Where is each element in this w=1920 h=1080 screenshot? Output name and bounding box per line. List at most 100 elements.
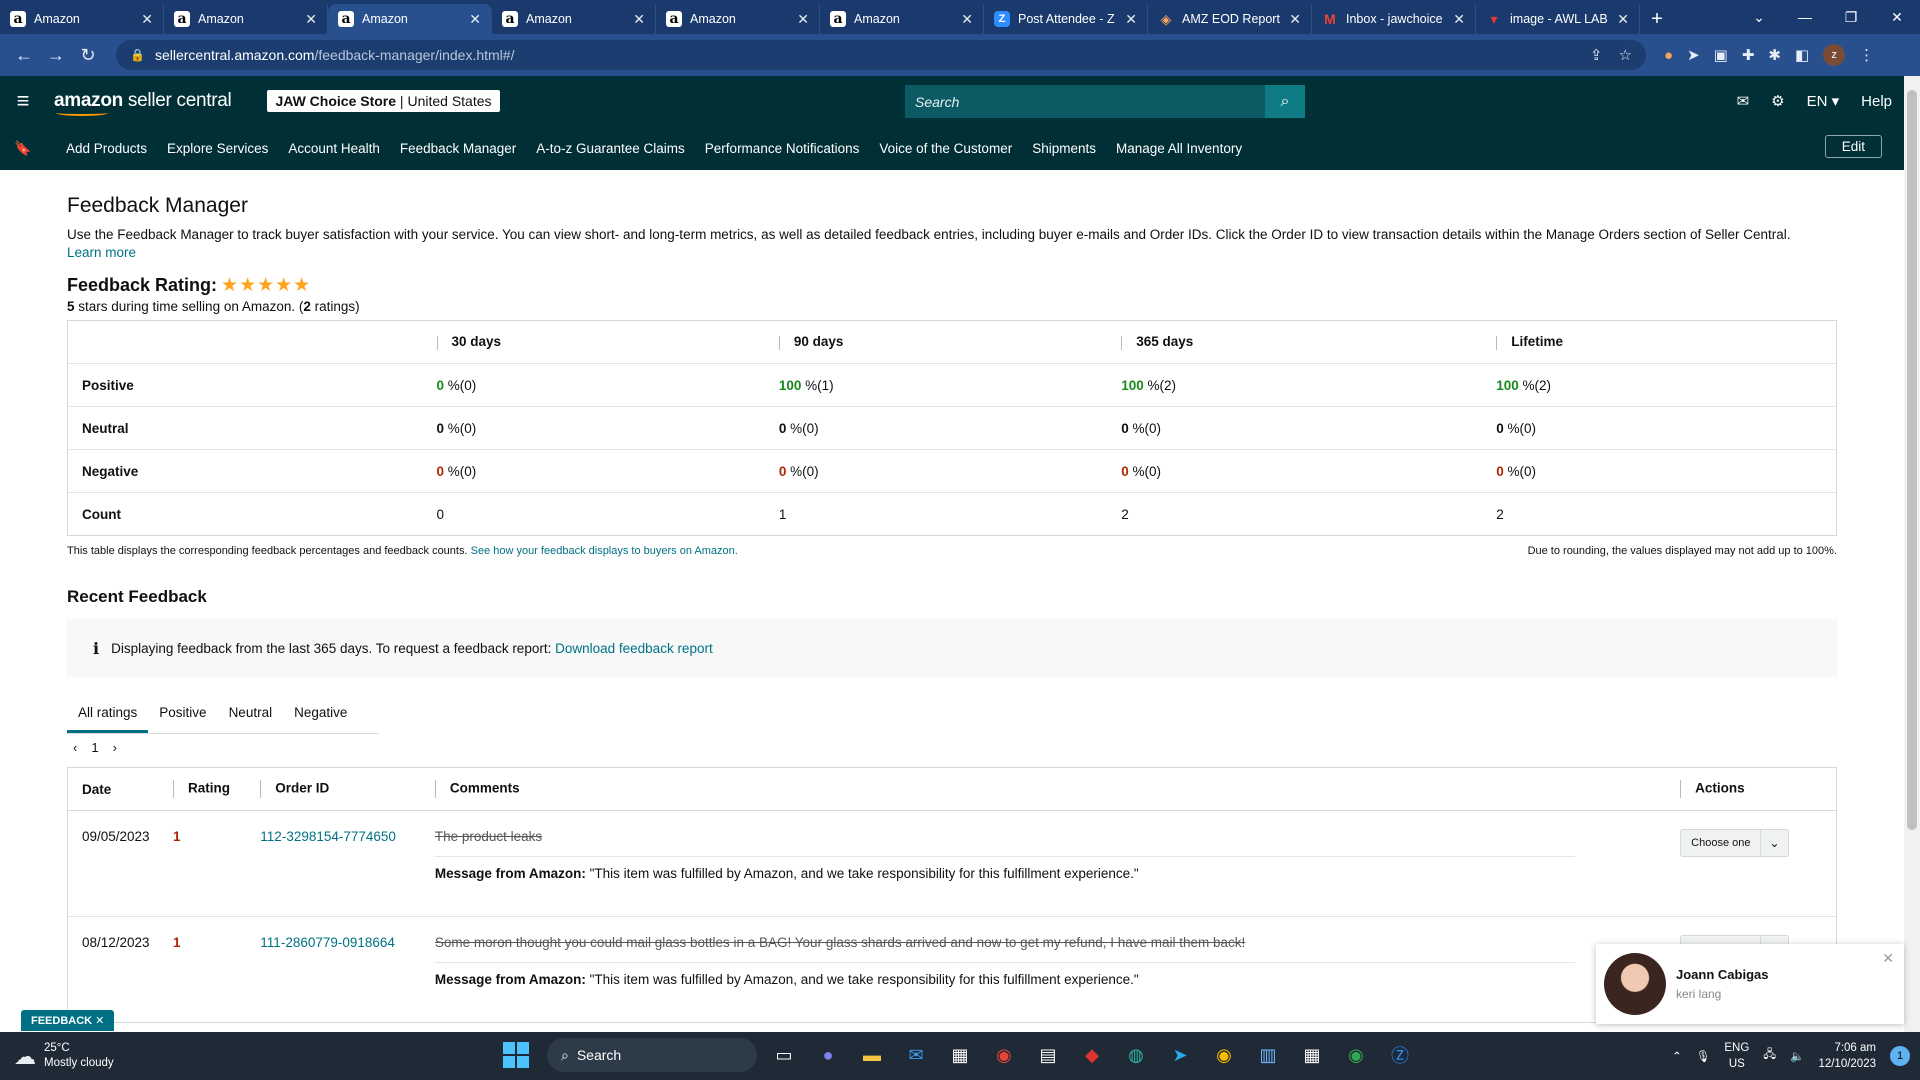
browser-tab[interactable]: ◈ AMZ EOD Report ✕ xyxy=(1148,4,1312,34)
close-window-button[interactable]: ✕ xyxy=(1874,0,1920,34)
help-link[interactable]: Help xyxy=(1861,93,1892,110)
extension-icon[interactable]: ➤ xyxy=(1687,46,1700,64)
weather-widget[interactable]: ☁ 25°C Mostly cloudy xyxy=(14,1041,114,1071)
microphone-icon[interactable]: 🎙 xyxy=(1696,1049,1711,1063)
volume-icon[interactable]: 🔈 xyxy=(1790,1049,1804,1063)
browser-tab[interactable]: a Amazon ✕ xyxy=(164,4,328,34)
vertical-scrollbar[interactable] xyxy=(1904,76,1920,1032)
filter-tab[interactable]: Negative xyxy=(283,697,358,733)
download-report-link[interactable]: Download feedback report xyxy=(555,641,713,656)
search-button[interactable]: ⌕ xyxy=(1265,85,1305,118)
nav-item[interactable]: Explore Services xyxy=(167,141,268,156)
app-icon[interactable]: ▤ xyxy=(1031,1038,1065,1072)
extension-icon[interactable]: ✚ xyxy=(1742,46,1755,64)
close-tab-icon[interactable]: ✕ xyxy=(633,11,645,28)
tab-search-icon[interactable]: ⌄ xyxy=(1736,0,1782,34)
mail-app-icon[interactable]: ✉ xyxy=(899,1038,933,1072)
chrome-icon[interactable]: ◉ xyxy=(987,1038,1021,1072)
nav-item[interactable]: Account Health xyxy=(288,141,380,156)
order-id-link[interactable]: 111-2860779-0918664 xyxy=(260,935,395,950)
notification-badge[interactable]: 1 xyxy=(1890,1046,1910,1066)
browser-tab[interactable]: ▾ image - AWL LAB ✕ xyxy=(1476,4,1640,34)
extension-icon[interactable]: ● xyxy=(1664,47,1673,64)
telegram-icon[interactable]: ➤ xyxy=(1163,1038,1197,1072)
extension-icon[interactable]: ▣ xyxy=(1714,46,1728,64)
zoom-icon[interactable]: Ⓩ xyxy=(1383,1038,1417,1072)
reload-button[interactable]: ↻ xyxy=(74,41,102,69)
menu-dots-icon[interactable]: ⋮ xyxy=(1859,46,1874,64)
nav-item[interactable]: Add Products xyxy=(66,141,147,156)
edit-button[interactable]: Edit xyxy=(1824,135,1882,158)
puzzle-icon[interactable]: ✱ xyxy=(1768,46,1781,64)
browser-tab[interactable]: M Inbox - jawchoice ✕ xyxy=(1312,4,1476,34)
back-button[interactable]: ← xyxy=(10,41,38,69)
side-panel-icon[interactable]: ◧ xyxy=(1795,46,1809,64)
minimize-button[interactable]: — xyxy=(1782,0,1828,34)
bookmark-star-icon[interactable]: ☆ xyxy=(1619,46,1632,64)
choose-action-dropdown[interactable]: Choose one ⌄ xyxy=(1680,829,1789,857)
feedback-display-link[interactable]: See how your feedback displays to buyers… xyxy=(471,545,738,557)
store-icon[interactable]: ▦ xyxy=(943,1038,977,1072)
prev-page-icon[interactable]: ‹ xyxy=(73,740,77,755)
taskbar-search[interactable]: ⌕ Search xyxy=(547,1038,757,1072)
browser-tab[interactable]: a Amazon ✕ xyxy=(656,4,820,34)
search-input[interactable] xyxy=(905,85,1265,118)
browser-tab[interactable]: Z Post Attendee - Z ✕ xyxy=(984,4,1148,34)
browser-tab[interactable]: a Amazon ✕ xyxy=(0,4,164,34)
filter-tab[interactable]: Neutral xyxy=(218,697,284,733)
current-page[interactable]: 1 xyxy=(91,740,98,755)
chrome-icon[interactable]: ◉ xyxy=(1207,1038,1241,1072)
filter-tab[interactable]: Positive xyxy=(148,697,217,733)
task-view-icon[interactable]: ▭ xyxy=(767,1038,801,1072)
calculator-icon[interactable]: ▦ xyxy=(1295,1038,1329,1072)
clock[interactable]: 7:06 am 12/10/2023 xyxy=(1818,1040,1876,1072)
restore-button[interactable]: ❐ xyxy=(1828,0,1874,34)
filter-tab[interactable]: All ratings xyxy=(67,697,149,733)
nav-item[interactable]: Voice of the Customer xyxy=(879,141,1012,156)
close-tab-icon[interactable]: ✕ xyxy=(1125,11,1137,28)
close-tab-icon[interactable]: ✕ xyxy=(305,11,317,28)
chrome-icon[interactable]: ◉ xyxy=(1339,1038,1373,1072)
nav-item[interactable]: Manage All Inventory xyxy=(1116,141,1242,156)
chevron-up-icon[interactable]: ⌃ xyxy=(1672,1049,1682,1063)
chat-notification[interactable]: Joann Cabigas keri lang ✕ xyxy=(1596,944,1904,1024)
bookmark-icon[interactable]: 🔖 xyxy=(0,140,46,157)
language-selector[interactable]: EN ▾ xyxy=(1807,92,1840,110)
close-tab-icon[interactable]: ✕ xyxy=(1453,11,1465,28)
new-tab-button[interactable]: + xyxy=(1640,4,1674,34)
browser-tab[interactable]: a Amazon ✕ xyxy=(492,4,656,34)
amazon-seller-central-logo[interactable]: amazon seller central xyxy=(54,90,232,116)
close-tab-icon[interactable]: ✕ xyxy=(469,11,481,28)
language-indicator[interactable]: ENG US xyxy=(1724,1040,1749,1072)
close-tab-icon[interactable]: ✕ xyxy=(961,11,973,28)
url-input[interactable]: 🔒 sellercentral.amazon.com/feedback-mana… xyxy=(116,40,1646,70)
browser-tab[interactable]: a Amazon ✕ xyxy=(328,4,492,34)
nav-item[interactable]: Feedback Manager xyxy=(400,141,516,156)
close-tab-icon[interactable]: ✕ xyxy=(1289,11,1301,28)
nav-item[interactable]: Shipments xyxy=(1032,141,1096,156)
edge-icon[interactable]: ◍ xyxy=(1119,1038,1153,1072)
scrollbar-thumb[interactable] xyxy=(1907,90,1917,830)
close-icon[interactable]: ✕ xyxy=(1882,950,1894,967)
mail-icon[interactable]: ✉ xyxy=(1737,92,1750,110)
feedback-tab-button[interactable]: FEEDBACK ✕ xyxy=(21,1010,115,1031)
windows-start-icon[interactable] xyxy=(503,1042,529,1068)
learn-more-link[interactable]: Learn more xyxy=(67,245,136,260)
share-icon[interactable]: ⇪ xyxy=(1590,46,1603,64)
order-id-link[interactable]: 112-3298154-7774650 xyxy=(260,829,396,844)
browser-tab[interactable]: a Amazon ✕ xyxy=(820,4,984,34)
settings-gear-icon[interactable]: ⚙ xyxy=(1771,92,1784,110)
profile-avatar[interactable]: z xyxy=(1823,44,1846,66)
close-tab-icon[interactable]: ✕ xyxy=(1617,11,1629,28)
notepad-icon[interactable]: ▥ xyxy=(1251,1038,1285,1072)
close-tab-icon[interactable]: ✕ xyxy=(141,11,153,28)
nav-item[interactable]: Performance Notifications xyxy=(705,141,860,156)
store-switcher[interactable]: JAW Choice Store | United States xyxy=(267,90,500,112)
close-tab-icon[interactable]: ✕ xyxy=(797,11,809,28)
nav-item[interactable]: A-to-z Guarantee Claims xyxy=(536,141,685,156)
file-explorer-icon[interactable]: ▬ xyxy=(855,1038,889,1072)
teams-icon[interactable]: ● xyxy=(811,1038,845,1072)
next-page-icon[interactable]: › xyxy=(113,740,117,755)
app-icon[interactable]: ◆ xyxy=(1075,1038,1109,1072)
hamburger-menu-icon[interactable]: ≡ xyxy=(0,88,46,114)
